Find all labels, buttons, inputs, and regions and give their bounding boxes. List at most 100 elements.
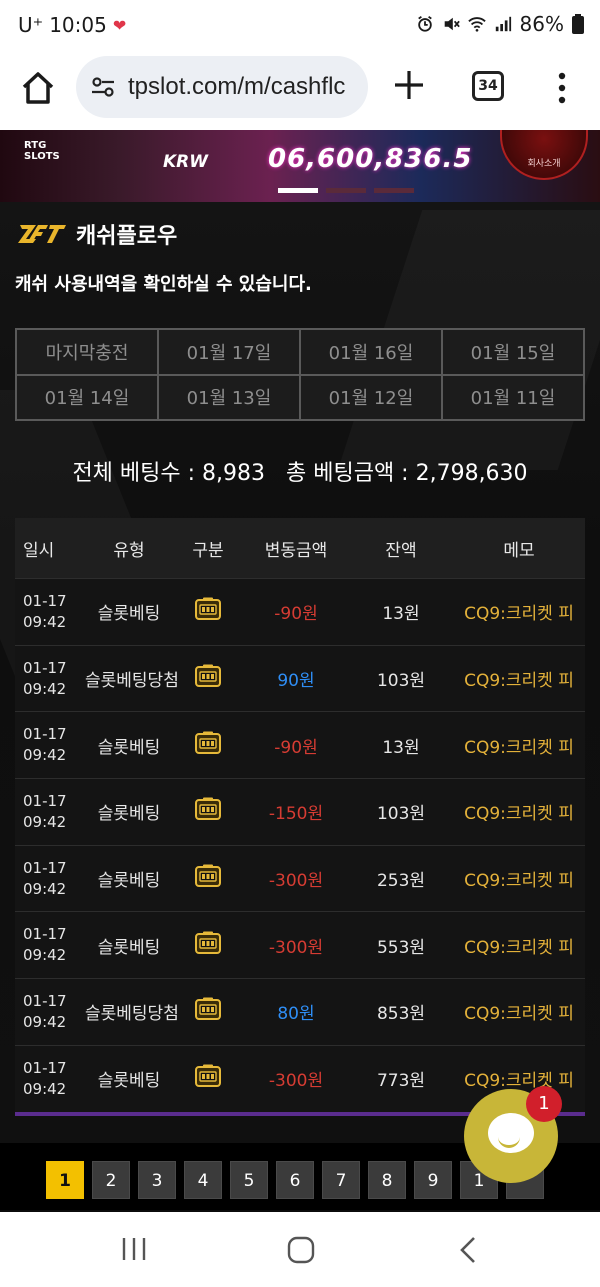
page-button-4[interactable]: 4 — [184, 1161, 222, 1199]
row-category — [173, 731, 243, 760]
date-filter-grid: 마지막충전 01월 17일 01월 16일 01월 15일 01월 14일 01… — [15, 328, 585, 421]
row-memo: CQ9:크리켓 피 — [464, 871, 574, 892]
mute-icon — [444, 17, 460, 31]
heart-icon: ❤ — [112, 15, 127, 35]
page-button-7[interactable]: 7 — [322, 1161, 360, 1199]
row-time: 09:42 — [23, 879, 67, 898]
row-memo: CQ9:크리켓 피 — [464, 671, 574, 692]
row-memo: CQ9:크리켓 피 — [464, 804, 574, 825]
address-bar[interactable]: tpslot.com/m/cashflc — [76, 56, 368, 118]
tab-switcher-button[interactable]: 34 — [472, 71, 504, 101]
row-memo: CQ9:크리켓 피 — [464, 604, 574, 625]
row-datetime: 01-17 09:42 — [15, 724, 85, 766]
page-button-3[interactable]: 3 — [138, 1161, 176, 1199]
home-icon[interactable] — [18, 68, 58, 108]
table-row: 01-17 09:42 슬롯베팅 -300원 253원 CQ9:크리켓 피 — [15, 844, 585, 912]
banner-dot[interactable] — [374, 188, 414, 193]
date-filter-button[interactable]: 01월 15일 — [442, 329, 584, 375]
row-time: 09:42 — [23, 679, 67, 698]
table-row: 01-17 09:42 슬롯베팅당첨 90원 103원 CQ9:크리켓 피 — [15, 644, 585, 712]
slot-machine-icon — [195, 1064, 221, 1088]
url-text[interactable]: tpslot.com/m/cashflc — [128, 73, 345, 101]
banner-dot[interactable] — [278, 188, 318, 193]
row-type: 슬롯베팅 — [97, 871, 161, 892]
table-row: 01-17 09:42 슬롯베팅 -300원 553원 CQ9:크리켓 피 — [15, 911, 585, 979]
row-time: 09:42 — [23, 1012, 67, 1031]
row-category — [173, 597, 243, 626]
date-filter-button[interactable]: 01월 16일 — [300, 329, 442, 375]
row-amount: -300원 — [268, 871, 324, 892]
date-filter-button[interactable]: 01월 11일 — [442, 374, 584, 420]
page-button-1[interactable]: 1 — [46, 1161, 84, 1199]
page-button-2[interactable]: 2 — [92, 1161, 130, 1199]
column-header-amount: 변동금액 — [264, 540, 328, 561]
date-filter-button[interactable]: 01월 17일 — [158, 329, 300, 375]
row-amount: -90원 — [274, 604, 318, 625]
company-info-label: 회사소개 — [527, 159, 561, 169]
row-category — [173, 997, 243, 1026]
page-title-row: 캐쉬플로우 — [18, 218, 177, 250]
page-button-6[interactable]: 6 — [276, 1161, 314, 1199]
row-amount: -150원 — [268, 804, 324, 825]
row-balance: 103원 — [376, 671, 426, 692]
row-datetime: 01-17 09:42 — [15, 591, 85, 633]
row-type: 슬롯베팅당첨 — [85, 671, 179, 692]
new-tab-icon[interactable] — [392, 68, 426, 102]
carrier-label: U⁺ — [18, 13, 44, 37]
battery-percent: 86% — [519, 12, 564, 36]
page-button-9[interactable]: 9 — [414, 1161, 452, 1199]
table-row: 01-17 09:42 슬롯베팅 -90원 13원 CQ9:크리켓 피 — [15, 711, 585, 779]
row-category — [173, 664, 243, 693]
battery-icon — [572, 14, 584, 34]
column-header-memo: 메모 — [503, 540, 535, 561]
page-button-5[interactable]: 5 — [230, 1161, 268, 1199]
recent-apps-icon[interactable] — [120, 1236, 148, 1262]
row-datetime: 01-17 09:42 — [15, 791, 85, 833]
page-title: 캐쉬플로우 — [76, 224, 178, 249]
row-memo: CQ9:크리켓 피 — [464, 737, 574, 758]
row-date: 01-17 — [23, 925, 67, 944]
slot-machine-icon — [195, 597, 221, 621]
row-date: 01-17 — [23, 1058, 67, 1077]
status-bar: U⁺ 10:05 ❤ 86% — [0, 0, 600, 52]
row-type: 슬롯베팅 — [97, 604, 161, 625]
date-filter-button[interactable]: 마지막충전 — [16, 329, 158, 375]
table-row: 01-17 09:42 슬롯베팅 -150원 103원 CQ9:크리켓 피 — [15, 778, 585, 845]
row-type: 슬롯베팅 — [97, 1071, 161, 1092]
row-balance: 103원 — [376, 804, 426, 825]
date-filter-button[interactable]: 01월 13일 — [158, 374, 300, 420]
table-header: 일시 유형 구분 변동금액 잔액 메모 — [15, 518, 585, 578]
company-info-button[interactable]: 회사소개 — [500, 130, 588, 180]
date-filter-button[interactable]: 01월 12일 — [300, 374, 442, 420]
jackpot-banner[interactable]: RTG SLOTS KRW 06,600,836.5 회사소개 — [0, 130, 600, 202]
slot-machine-icon — [195, 797, 221, 821]
page-button-8[interactable]: 8 — [368, 1161, 406, 1199]
row-datetime: 01-17 09:42 — [15, 658, 85, 700]
chat-unread-badge: 1 — [526, 1086, 562, 1122]
signal-icon — [495, 16, 511, 32]
row-datetime: 01-17 09:42 — [15, 991, 85, 1033]
alarm-icon — [417, 16, 432, 32]
banner-pagination — [278, 188, 414, 193]
row-amount: -300원 — [268, 1071, 324, 1092]
table-row: 01-17 09:42 슬롯베팅당첨 80원 853원 CQ9:크리켓 피 — [15, 978, 585, 1045]
cashflow-table: 일시 유형 구분 변동금액 잔액 메모 01-17 09:42 슬롯베팅 -90원 13… — [15, 518, 585, 1116]
row-balance: 253원 — [376, 871, 426, 892]
jackpot-amount: 06,600,836.5 — [268, 144, 473, 174]
slot-machine-icon — [195, 864, 221, 888]
site-settings-icon[interactable] — [90, 74, 116, 100]
row-category — [173, 931, 243, 960]
row-category — [173, 1064, 243, 1093]
table-row: 01-17 09:42 슬롯베팅 -90원 13원 CQ9:크리켓 피 — [15, 578, 585, 645]
column-header-category: 구분 — [192, 540, 224, 561]
more-menu-icon[interactable] — [552, 70, 572, 106]
chat-bubble-icon — [488, 1113, 534, 1153]
page-content: RTG SLOTS KRW 06,600,836.5 회사소개 캐쉬플로우 캐쉬… — [0, 130, 600, 1210]
date-filter-button[interactable]: 01월 14일 — [16, 374, 158, 420]
home-nav-icon[interactable] — [287, 1236, 315, 1264]
row-memo: CQ9:크리켓 피 — [464, 1071, 574, 1092]
back-icon[interactable] — [458, 1236, 478, 1264]
banner-dot[interactable] — [326, 188, 366, 193]
row-time: 09:42 — [23, 1079, 67, 1098]
row-amount: -90원 — [274, 737, 318, 758]
